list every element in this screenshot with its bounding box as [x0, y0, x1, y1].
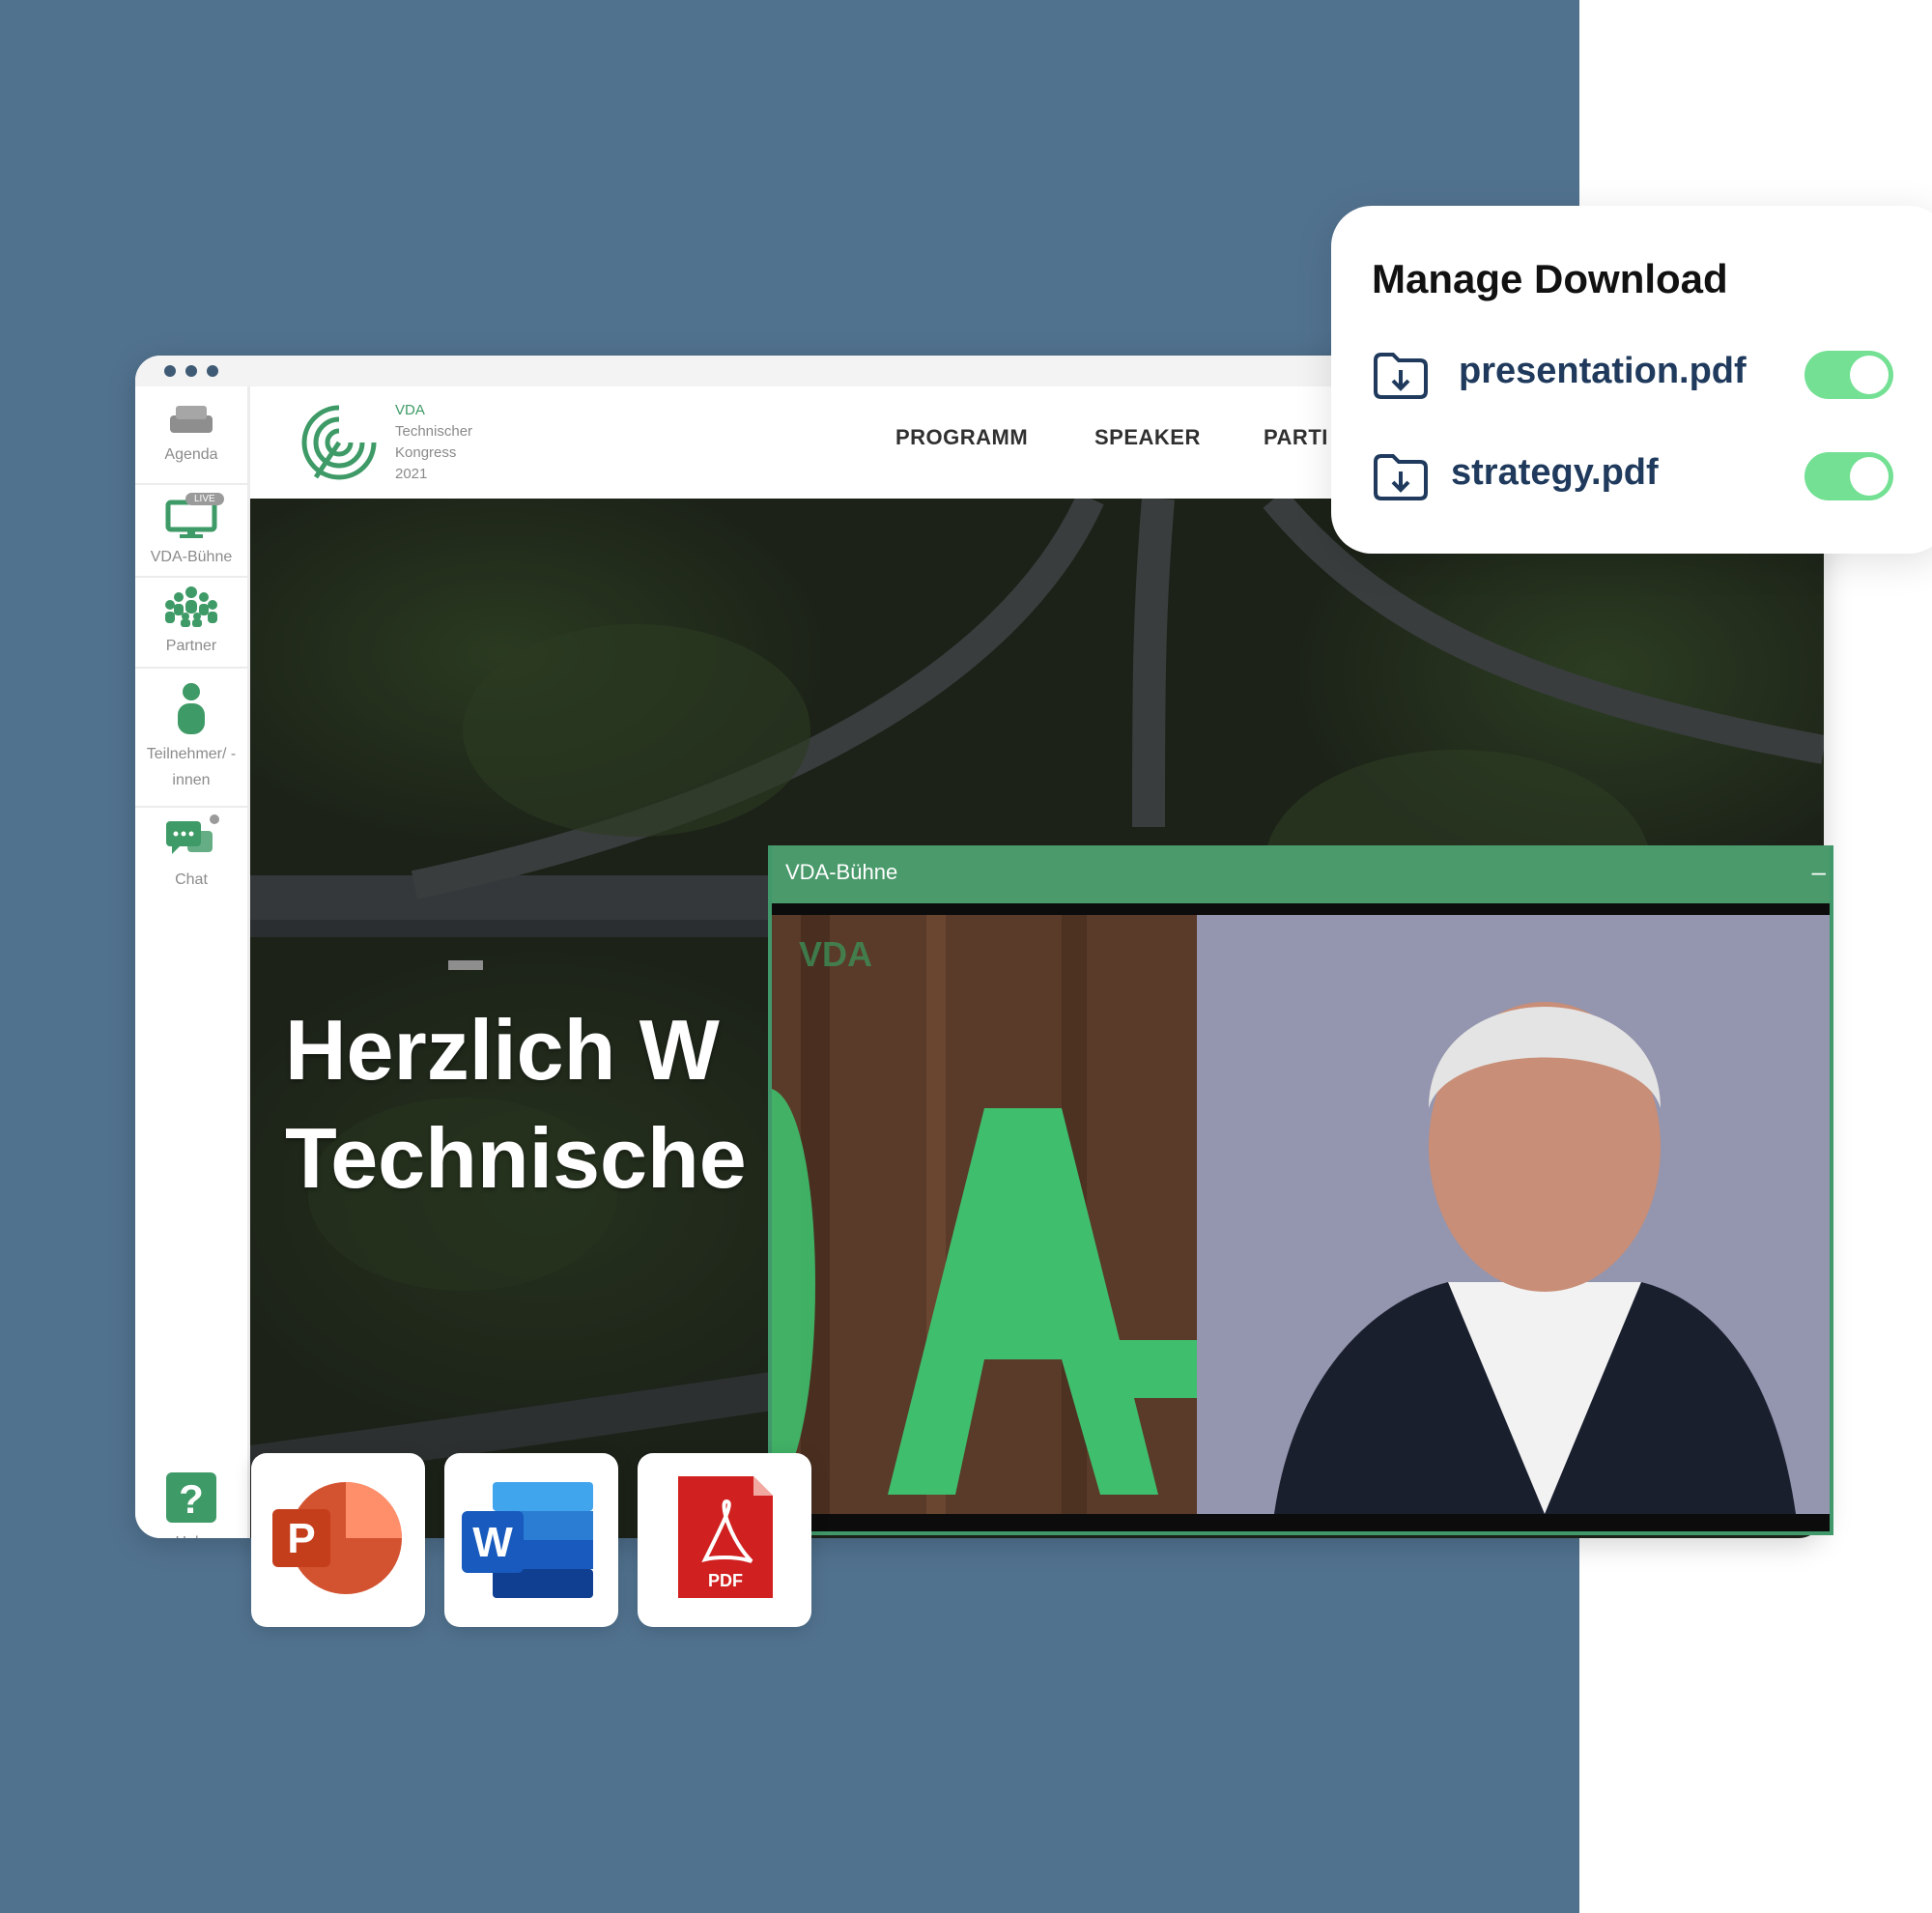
stage-watermark: VDA	[799, 934, 873, 974]
toggle-knob	[1850, 356, 1889, 394]
word-file-card[interactable]: W	[444, 1453, 618, 1627]
logo-line: 2021	[395, 466, 428, 482]
sidebar-item-label: Teilnehmer/ -	[146, 746, 237, 762]
logo-line: Technischer	[395, 423, 473, 440]
video-stream[interactable]: VDA	[772, 915, 1830, 1514]
sidebar-item-partner[interactable]: Partner	[135, 585, 247, 659]
svg-text:?: ?	[179, 1476, 204, 1522]
person-icon	[178, 683, 205, 734]
sidebar-item-label: Agenda	[164, 446, 218, 463]
download-toggle[interactable]	[1804, 351, 1893, 399]
hero-headline: Herzlich W Technische	[285, 996, 747, 1213]
chat-icon	[166, 814, 219, 854]
powerpoint-icon: P	[272, 1482, 402, 1594]
nav-programm[interactable]: PROGRAMM	[895, 425, 1028, 450]
group-icon	[165, 586, 217, 627]
vda-logo-icon	[301, 405, 377, 480]
download-row: strategy.pdf	[1331, 443, 1932, 510]
sidebar-item-label: Help	[135, 1529, 247, 1538]
folder-download-icon	[1374, 353, 1428, 399]
card-title: Manage Download	[1372, 256, 1728, 301]
nav-partner[interactable]: PARTI	[1264, 425, 1328, 450]
sidebar-item-label: Partner	[165, 638, 217, 654]
sidebar-item-chat[interactable]: Chat	[135, 814, 247, 893]
folder-download-icon	[1374, 454, 1428, 500]
powerpoint-file-card[interactable]: P	[251, 1453, 425, 1627]
sidebar-item-agenda[interactable]: Agenda	[135, 402, 247, 468]
file-name: strategy.pdf	[1451, 452, 1659, 493]
logo-line: Kongress	[395, 444, 457, 461]
video-titlebar[interactable]: VDA-Bühne –	[772, 845, 1830, 903]
sidebar-divider	[135, 576, 247, 578]
sidebar-item-label: innen	[172, 772, 211, 788]
pdf-icon: PDF	[678, 1476, 773, 1598]
live-badge: LIVE	[185, 493, 224, 505]
word-icon: W	[462, 1482, 593, 1598]
window-dot[interactable]	[207, 365, 218, 377]
sidebar-item-vda-buehne[interactable]: LIVE VDA-Bühne	[135, 491, 247, 570]
file-name: presentation.pdf	[1459, 351, 1747, 391]
speaker-video-image	[772, 915, 1830, 1514]
sidebar-item-label: Chat	[175, 871, 208, 888]
window-dot[interactable]	[164, 365, 176, 377]
sidebar-item-label: VDA-Bühne	[150, 549, 233, 565]
sidebar-item-teilnehmer[interactable]: Teilnehmer/ - innen	[135, 682, 247, 793]
agenda-icon	[170, 406, 213, 433]
file-letter: P	[287, 1515, 315, 1562]
minimize-button[interactable]: –	[1812, 857, 1826, 887]
window-dot[interactable]	[185, 365, 197, 377]
logo-text: VDA Technischer Kongress 2021	[395, 400, 472, 485]
help-icon: ?	[166, 1472, 216, 1523]
hero-line: Herzlich W	[285, 1002, 720, 1098]
file-letter: W	[472, 1519, 513, 1566]
sidebar: Agenda LIVE VDA-Bühne Partner Teilnehmer…	[135, 386, 250, 1538]
download-toggle[interactable]	[1804, 452, 1893, 500]
sidebar-item-help[interactable]: ? Help	[135, 1470, 247, 1538]
sidebar-divider	[135, 667, 247, 669]
sidebar-divider	[135, 483, 247, 485]
manage-download-card: Manage Download presentation.pdf strateg…	[1331, 206, 1932, 554]
hero-line: Technische	[285, 1110, 747, 1206]
sidebar-divider	[135, 806, 247, 808]
pdf-file-card[interactable]: PDF	[638, 1453, 811, 1627]
video-popup: VDA-Bühne – VDA	[768, 845, 1833, 1535]
nav-speaker[interactable]: SPEAKER	[1094, 425, 1201, 450]
download-row: presentation.pdf	[1331, 341, 1932, 409]
file-letter: PDF	[708, 1571, 743, 1590]
video-title: VDA-Bühne	[785, 860, 898, 884]
toggle-knob	[1850, 457, 1889, 496]
logo-line: VDA	[395, 402, 425, 418]
